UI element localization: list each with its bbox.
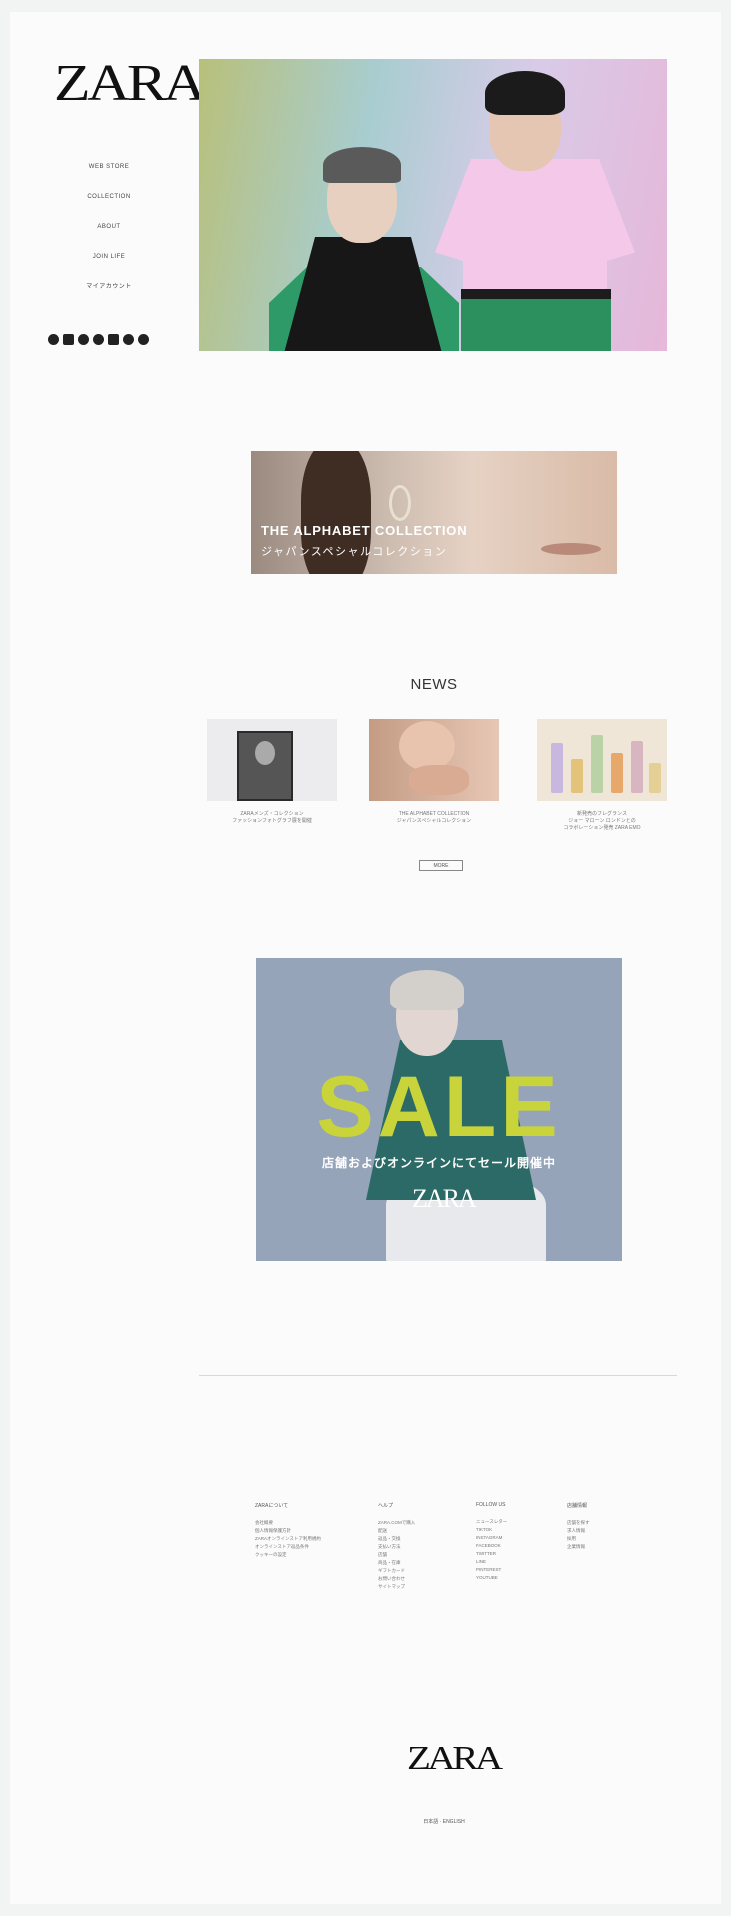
banner-title: THE ALPHABET COLLECTION — [261, 523, 468, 538]
news-thumbnail[interactable] — [207, 719, 337, 801]
thumb-face — [399, 721, 455, 771]
footer-link[interactable]: 企業情報 — [567, 1543, 647, 1551]
pinterest-icon[interactable] — [123, 334, 134, 345]
nav-item-web-store[interactable]: WEB STORE — [54, 152, 164, 182]
instagram-icon[interactable] — [63, 334, 74, 345]
footer-column-heading: 店舗情報 — [567, 1503, 588, 1509]
news-card[interactable]: 新発売のフレグランス ジョー マローン ロンドンとの コラボレーション発売 ZA… — [537, 719, 667, 832]
nav-item-join-life[interactable]: JOIN LIFE — [54, 242, 164, 272]
perfume-bottle — [551, 743, 563, 793]
footer-link[interactable]: TIKTOK — [476, 1526, 556, 1534]
footer-column-help: ヘルプ ZARA.COMで購入 配送 返品・交換 支払い方法 店舗 商品・在庫 … — [378, 1502, 458, 1591]
youtube-icon[interactable] — [108, 334, 119, 345]
sale-zara-logo: ZARA — [412, 1184, 477, 1213]
news-thumbnail[interactable] — [537, 719, 667, 801]
news-more-button[interactable]: MORE — [419, 860, 463, 871]
footer-link[interactable]: ニュースレター — [476, 1518, 556, 1526]
footer-link[interactable]: 個人情報保護方針 — [255, 1527, 335, 1535]
banner-subtitle: ジャパンスペシャルコレクション — [261, 546, 448, 558]
nav-item-my-account[interactable]: マイアカウント — [54, 272, 164, 302]
footer-link[interactable]: サイトマップ — [378, 1583, 458, 1591]
news-caption-line: ファッションフォトグラフ展を開催 — [232, 818, 312, 824]
photo-frame — [237, 731, 293, 801]
hero-figure-left-vest — [283, 237, 443, 351]
footer-link[interactable]: 商品・在庫 — [378, 1559, 458, 1567]
footer-link[interactable]: FACEBOOK — [476, 1542, 556, 1550]
hero-figure-right-hair — [485, 71, 565, 115]
perfume-bottle — [591, 735, 603, 793]
news-caption: ZARAメンズ・コレクション ファッションフォトグラフ展を開催 — [207, 811, 337, 825]
news-caption-line: 新発売のフレグランス — [577, 811, 627, 817]
perfume-bottle — [631, 741, 643, 793]
news-caption: THE ALPHABET COLLECTION ジャパンスペシャルコレクション — [369, 811, 499, 825]
footer-link[interactable]: 会社概要 — [255, 1519, 335, 1527]
footer-link[interactable]: TWITTER — [476, 1550, 556, 1558]
news-thumbnail[interactable] — [369, 719, 499, 801]
footer-link[interactable]: 店舗 — [378, 1551, 458, 1559]
footer-link[interactable]: LINE — [476, 1558, 556, 1566]
footer-link[interactable]: ZARA.COMで購入 — [378, 1519, 458, 1527]
zara-logo[interactable]: ZARA — [54, 56, 206, 112]
sale-banner[interactable]: SALE 店舗およびオンラインにてセール開催中 ZARA — [256, 958, 622, 1261]
nav-item-collection[interactable]: COLLECTION — [54, 182, 164, 212]
twitter-icon[interactable] — [93, 334, 104, 345]
footer-link[interactable]: 採用 — [567, 1535, 647, 1543]
thumb-hand — [409, 765, 469, 795]
footer-link[interactable]: ギフトカード — [378, 1567, 458, 1575]
language-selector[interactable]: 日本語 · ENGLISH — [409, 1818, 479, 1825]
perfume-bottle — [649, 763, 661, 793]
footer-link[interactable]: お問い合わせ — [378, 1575, 458, 1583]
footer-column-heading: FOLLOW US — [476, 1502, 506, 1508]
footer-link[interactable]: ZARAオンラインストア利用規約 — [255, 1535, 335, 1543]
news-caption-line: ジョー マローン ロンドンとの — [568, 818, 636, 824]
hero-figure-left-hair — [323, 147, 401, 183]
banner-lips — [541, 543, 601, 555]
sidebar-nav: WEB STORE COLLECTION ABOUT JOIN LIFE マイア… — [54, 152, 164, 302]
facebook-icon[interactable] — [78, 334, 89, 345]
perfume-bottle — [571, 759, 583, 793]
alphabet-collection-banner[interactable]: THE ALPHABET COLLECTION ジャパンスペシャルコレクション — [251, 451, 617, 574]
perfume-bottle — [611, 753, 623, 793]
line-icon[interactable] — [138, 334, 149, 345]
footer-link[interactable]: クッキーの設定 — [255, 1551, 335, 1559]
footer-link[interactable]: オンラインストア返品条件 — [255, 1543, 335, 1551]
news-caption-line: ZARAメンズ・コレクション — [240, 811, 304, 817]
footer-link[interactable]: INSTAGRAM — [476, 1534, 556, 1542]
sale-subtitle: 店舗およびオンラインにてセール開催中 — [321, 1156, 556, 1170]
footer-column-about: ZARAについて 会社概要 個人情報保護方針 ZARAオンラインストア利用規約 … — [255, 1502, 335, 1559]
news-card[interactable]: THE ALPHABET COLLECTION ジャパンスペシャルコレクション — [369, 719, 499, 825]
hero-image[interactable] — [199, 59, 667, 351]
footer-column-heading: ZARAについて — [255, 1503, 289, 1509]
footer-zara-logo[interactable]: ZARA — [407, 1740, 503, 1778]
footer-column-follow-us: FOLLOW US ニュースレター TIKTOK INSTAGRAM FACEB… — [476, 1502, 556, 1582]
tiktok-icon[interactable] — [48, 334, 59, 345]
footer-link[interactable]: 店舗を探す — [567, 1519, 647, 1527]
footer-column-stores: 店舗情報 店舗を探す 求人情報 採用 企業情報 — [567, 1502, 647, 1551]
news-caption: 新発売のフレグランス ジョー マローン ロンドンとの コラボレーション発売 ZA… — [537, 811, 667, 832]
footer-column-heading: ヘルプ — [378, 1503, 394, 1509]
news-caption-line: コラボレーション発売 ZARA EMO — [563, 825, 641, 831]
hero-figure-right-belt — [461, 289, 611, 299]
footer-divider — [199, 1375, 677, 1376]
sale-figure-hair — [390, 970, 464, 1010]
footer-link[interactable]: 返品・交換 — [378, 1535, 458, 1543]
footer-link[interactable]: 求人情報 — [567, 1527, 647, 1535]
nav-item-about[interactable]: ABOUT — [54, 212, 164, 242]
footer-link[interactable]: 配送 — [378, 1527, 458, 1535]
footer-link[interactable]: YOUTUBE — [476, 1574, 556, 1582]
news-card[interactable]: ZARAメンズ・コレクション ファッションフォトグラフ展を開催 — [207, 719, 337, 825]
news-caption-line: THE ALPHABET COLLECTION — [398, 811, 470, 817]
footer-link[interactable]: PINTEREST — [476, 1566, 556, 1574]
footer-link[interactable]: 支払い方法 — [378, 1543, 458, 1551]
news-heading: NEWS — [410, 676, 458, 693]
banner-earring — [389, 485, 411, 521]
social-links — [48, 334, 149, 345]
news-caption-line: ジャパンスペシャルコレクション — [396, 818, 472, 824]
page: ZARA WEB STORE COLLECTION ABOUT JOIN LIF… — [10, 12, 721, 1904]
hero-figure-right-pants — [461, 295, 611, 351]
sale-title: SALE — [316, 1059, 562, 1155]
